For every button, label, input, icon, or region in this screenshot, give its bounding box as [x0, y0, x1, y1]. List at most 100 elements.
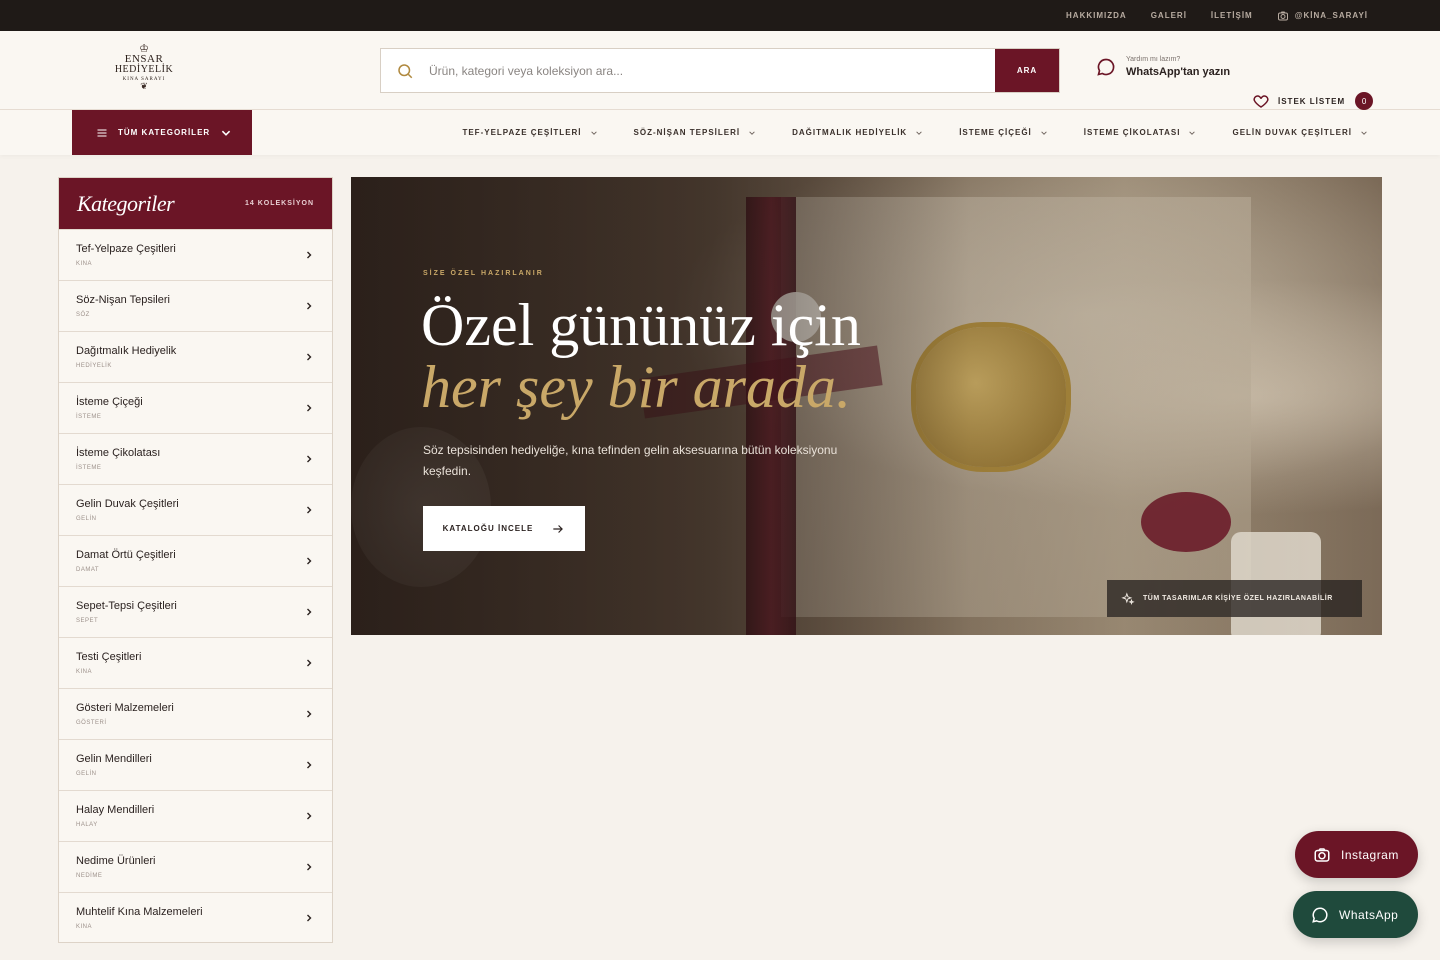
category-subtitle: KINA — [76, 261, 93, 267]
sidebar-category-item[interactable]: Gelin Duvak Çeşitleri GELİN — [59, 484, 332, 535]
chevron-down-icon — [1041, 130, 1047, 135]
category-name: Gelin Duvak Çeşitleri — [76, 498, 179, 510]
topbar-link-contact[interactable]: İLETİŞİM — [1211, 11, 1253, 20]
category-list: Tef-Yelpaze Çeşitleri KINA Söz-Nişan Tepsi… — [59, 229, 332, 943]
sidebar-category-item[interactable]: Testi Çeşitleri KINA — [59, 637, 332, 688]
nav-item-tef-yelpaze[interactable]: TEF-YELPAZE ÇEŞİTLERİ — [462, 128, 597, 137]
sidebar-category-item[interactable]: Gelin Mendilleri GELİN — [59, 739, 332, 790]
instagram-floating-button[interactable]: Instagram — [1295, 831, 1418, 878]
collection-count: 14 KOLEKSİYON — [244, 200, 314, 207]
sidebar-category-item[interactable]: Gösteri Malzemeleri GÖSTERİ — [59, 688, 332, 739]
chevron-right-icon — [307, 710, 312, 718]
ornament-icon: ❦ — [140, 80, 148, 91]
topbar-link-about[interactable]: HAKKIMIZDA — [1066, 11, 1127, 20]
category-text: Söz-Nişan Tepsileri SÖZ — [76, 294, 170, 318]
category-subtitle: KINA — [76, 669, 93, 675]
topbar-instagram-link[interactable]: @KİNA_SARAYİ — [1277, 10, 1368, 22]
hero-banner: SİZE ÖZEL HAZIRLANIR Özel gününüz için h… — [351, 177, 1382, 635]
crown-ornament-icon: ♔ — [139, 42, 149, 55]
sidebar-category-item[interactable]: Söz-Nişan Tepsileri SÖZ — [59, 280, 332, 331]
category-name: Gelin Mendilleri — [76, 753, 152, 765]
whatsapp-help[interactable]: Yardım mı lazım? WhatsApp'tan yazın — [1096, 56, 1230, 78]
all-categories-button[interactable]: TÜM KATEGORİLER — [72, 110, 252, 155]
chevron-right-icon — [307, 302, 312, 310]
wishlist-count-badge: 0 — [1355, 92, 1374, 110]
nav-item-dagitmalik[interactable]: DAĞITMALIK HEDİYELİK — [792, 128, 923, 137]
sidebar-category-item[interactable]: Dağıtmalık Hediyelik HEDİYELİK — [59, 331, 332, 382]
sidebar-category-item[interactable]: Tef-Yelpaze Çeşitleri KINA — [59, 229, 332, 280]
category-name: Gösteri Malzemeleri — [76, 702, 174, 714]
category-subtitle: GELİN — [76, 771, 97, 777]
sidebar-category-item[interactable]: Halay Mendilleri HALAY — [59, 790, 332, 841]
chevron-down-icon — [1361, 130, 1367, 135]
chevron-down-icon — [590, 130, 597, 135]
category-subtitle: İSTEME — [76, 414, 102, 420]
search-bar: ARA — [380, 48, 1060, 93]
logo-line-1: ENSAR — [124, 52, 164, 65]
logo[interactable]: ♔ ENSAR HEDİYELİK KINA SARAYI ❦ — [110, 37, 178, 97]
whatsapp-floating-button[interactable]: WhatsApp — [1293, 891, 1418, 938]
chevron-down-icon — [222, 130, 231, 136]
category-text: İsteme Çikolatası İSTEME — [76, 447, 160, 471]
nav-item-isteme-cicegi[interactable]: İSTEME ÇİÇEĞİ — [959, 128, 1048, 137]
sidebar-category-item[interactable]: Nedime Ürünleri NEDİME — [59, 841, 332, 892]
category-sidebar: Kategoriler 14 KOLEKSİYON Tef-Yelpaze Çe… — [58, 177, 333, 943]
chevron-right-icon — [307, 557, 312, 565]
category-text: Gelin Mendilleri GELİN — [76, 753, 152, 777]
category-subtitle: HALAY — [76, 822, 98, 828]
chevron-right-icon — [307, 455, 312, 463]
sidebar-header: Kategoriler 14 KOLEKSİYON — [59, 178, 332, 229]
category-text: Muhtelif Kına Malzemeleri KINA — [76, 906, 203, 930]
arrow-right-icon — [553, 524, 564, 533]
cta-label: KATALOĞU İNCELE — [442, 524, 534, 533]
hero-eyebrow: SİZE ÖZEL HAZIRLANIR — [423, 270, 544, 277]
nav-item-label: SÖZ-NİŞAN TEPSİLERİ — [633, 128, 741, 137]
whatsapp-button-label: WhatsApp — [1339, 907, 1399, 922]
search-input[interactable] — [429, 49, 995, 92]
logo-line-2: HEDİYELİK — [114, 63, 174, 75]
chevron-right-icon — [307, 914, 312, 922]
wishlist-button[interactable]: İSTEK LİSTEM 0 — [1252, 92, 1374, 110]
category-name: İsteme Çiçeği — [76, 396, 143, 408]
sidebar-category-item[interactable]: Sepet-Tepsi Çeşitleri SEPET — [59, 586, 332, 637]
main-nav: TÜM KATEGORİLER TEF-YELPAZE ÇEŞİTLERİ SÖ… — [0, 110, 1440, 155]
category-text: Gösteri Malzemeleri GÖSTERİ — [76, 702, 174, 726]
hero-headline-line-2: her şey bir arada. — [421, 354, 851, 420]
sidebar-category-item[interactable]: Damat Örtü Çeşitleri DAMAT — [59, 535, 332, 586]
nav-item-label: İSTEME ÇİKOLATASI — [1083, 128, 1181, 137]
category-text: Testi Çeşitleri KINA — [76, 651, 141, 675]
nav-item-isteme-cikolatasi[interactable]: İSTEME ÇİKOLATASI — [1084, 128, 1197, 137]
nav-item-label: TEF-YELPAZE ÇEŞİTLERİ — [462, 128, 582, 137]
nav-item-label: İSTEME ÇİÇEĞİ — [959, 128, 1032, 137]
category-subtitle: GELİN — [76, 516, 97, 522]
sidebar-category-item[interactable]: İsteme Çikolatası İSTEME — [59, 433, 332, 484]
camera-icon — [1314, 847, 1330, 862]
sidebar-title: Kategoriler — [77, 190, 175, 216]
category-text: Damat Örtü Çeşitleri DAMAT — [76, 549, 176, 573]
nav-item-soz-nisan[interactable]: SÖZ-NİŞAN TEPSİLERİ — [634, 128, 757, 137]
category-text: Dağıtmalık Hediyelik HEDİYELİK — [76, 345, 176, 369]
category-text: Tef-Yelpaze Çeşitleri KINA — [76, 243, 176, 267]
nav-links: TEF-YELPAZE ÇEŞİTLERİ SÖZ-NİŞAN TEPSİLER… — [462, 110, 1368, 155]
category-subtitle: SÖZ — [76, 312, 90, 318]
chevron-down-icon — [1189, 130, 1196, 135]
browse-catalog-button[interactable]: KATALOĞU İNCELE — [423, 506, 585, 551]
sidebar-category-item[interactable]: Muhtelif Kına Malzemeleri KINA — [59, 892, 332, 943]
search-button[interactable]: ARA — [995, 49, 1059, 92]
category-name: Sepet-Tepsi Çeşitleri — [76, 600, 177, 612]
category-text: Halay Mendilleri HALAY — [76, 804, 154, 828]
category-name: Nedime Ürünleri — [76, 855, 156, 867]
chevron-right-icon — [307, 506, 312, 514]
category-name: Testi Çeşitleri — [76, 651, 142, 663]
menu-icon — [97, 129, 107, 136]
chevron-right-icon — [307, 404, 312, 412]
category-subtitle: GÖSTERİ — [76, 720, 107, 726]
chevron-down-icon — [916, 130, 922, 135]
sidebar-category-item[interactable]: İsteme Çiçeği İSTEME — [59, 382, 332, 433]
help-small-text: Yardım mı lazım? — [1126, 56, 1181, 63]
nav-item-gelin-duvak[interactable]: GELİN DUVAK ÇEŞİTLERİ — [1232, 128, 1368, 137]
category-text: Sepet-Tepsi Çeşitleri SEPET — [76, 600, 177, 624]
category-text: Gelin Duvak Çeşitleri GELİN — [76, 498, 179, 522]
hero-description: Söz tepsisinden hediyeliğe, kına tefinde… — [423, 443, 838, 478]
topbar-link-gallery[interactable]: GALERİ — [1151, 11, 1187, 20]
